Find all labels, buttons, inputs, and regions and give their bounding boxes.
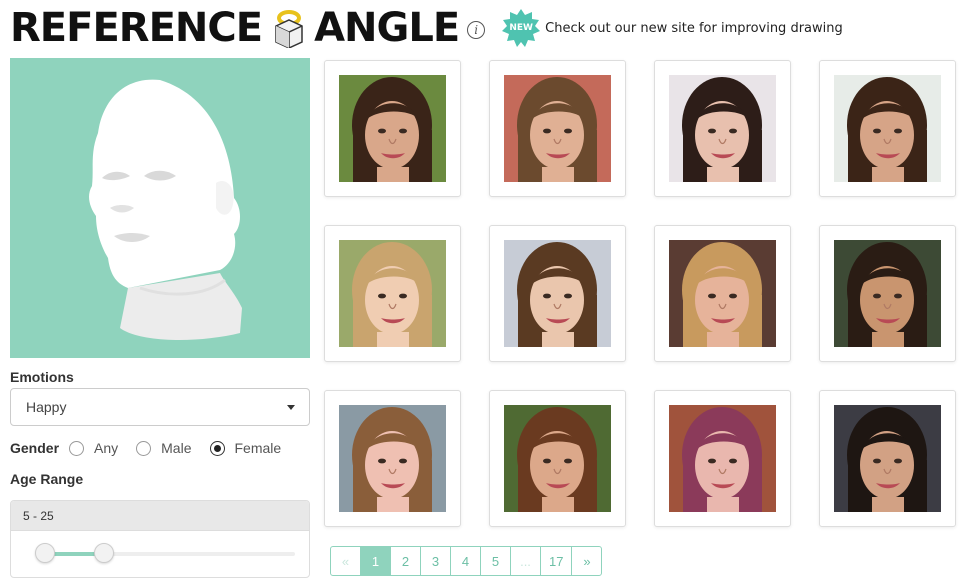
- face-portrait-icon: [504, 240, 611, 347]
- photo-card[interactable]: [654, 225, 791, 362]
- face-photo[interactable]: [669, 405, 776, 512]
- age-range-label: Age Range: [10, 471, 84, 487]
- pagination-page-1[interactable]: 1: [360, 546, 391, 576]
- face-portrait-icon: [339, 240, 446, 347]
- chevron-down-icon: [287, 405, 295, 410]
- photo-card[interactable]: [324, 60, 461, 197]
- news-link[interactable]: Check out our new site for improving dra…: [545, 21, 843, 36]
- age-max-handle[interactable]: [94, 543, 115, 563]
- face-portrait-icon: [669, 75, 776, 182]
- face-portrait-icon: [669, 405, 776, 512]
- gender-option-label: Female: [234, 440, 282, 456]
- radio-checked-icon[interactable]: [209, 440, 225, 456]
- info-icon[interactable]: i: [467, 21, 486, 39]
- face-photo[interactable]: [834, 240, 941, 347]
- face-portrait-icon: [504, 75, 611, 182]
- gender-radio-group: Gender Any Male Female: [10, 438, 299, 458]
- face-photo[interactable]: [669, 75, 776, 182]
- face-photo[interactable]: [504, 240, 611, 347]
- face-portrait-icon: [834, 240, 941, 347]
- photo-card[interactable]: [324, 225, 461, 362]
- emotions-selected-value: Happy: [26, 399, 67, 415]
- face-photo[interactable]: [504, 405, 611, 512]
- photo-card[interactable]: [819, 60, 956, 197]
- face-portrait-icon: [669, 240, 776, 347]
- gender-label: Gender: [10, 440, 60, 456]
- photo-card[interactable]: [489, 60, 626, 197]
- age-range-slider[interactable]: [35, 543, 295, 563]
- face-photo[interactable]: [834, 75, 941, 182]
- new-badge-label: NEW: [509, 23, 533, 33]
- pagination-page-5[interactable]: 5: [480, 546, 511, 576]
- logo-text-angle[interactable]: ANGLE: [314, 6, 460, 50]
- face-photo[interactable]: [339, 75, 446, 182]
- logo-cube-icon[interactable]: [270, 8, 308, 49]
- pagination-page-2[interactable]: 2: [390, 546, 421, 576]
- pagination-page-4[interactable]: 4: [450, 546, 481, 576]
- radio-circle-icon[interactable]: [69, 440, 85, 456]
- age-min-handle[interactable]: [35, 543, 55, 563]
- pagination-prev[interactable]: «: [330, 546, 361, 576]
- age-range-panel: 5 - 25: [10, 500, 310, 578]
- gender-option-female[interactable]: Female: [209, 440, 282, 456]
- face-photo[interactable]: [339, 405, 446, 512]
- pagination-ellipsis: ...: [510, 546, 541, 576]
- face-photo[interactable]: [504, 75, 611, 182]
- new-badge[interactable]: NEW: [501, 8, 541, 48]
- photo-card[interactable]: [819, 225, 956, 362]
- gender-option-label: Male: [161, 440, 192, 456]
- gender-option-male[interactable]: Male: [136, 440, 192, 456]
- photo-card[interactable]: [819, 390, 956, 527]
- face-photo[interactable]: [834, 405, 941, 512]
- face-portrait-icon: [504, 405, 611, 512]
- photo-card[interactable]: [654, 390, 791, 527]
- photo-card[interactable]: [489, 225, 626, 362]
- photo-card[interactable]: [324, 390, 461, 527]
- gender-option-label: Any: [94, 440, 119, 456]
- face-portrait-icon: [339, 405, 446, 512]
- logo-text-reference[interactable]: REFERENCE: [10, 6, 263, 50]
- emotions-label: Emotions: [10, 369, 74, 385]
- face-photo[interactable]: [669, 240, 776, 347]
- emotions-select[interactable]: Happy: [10, 388, 310, 426]
- photo-card[interactable]: [489, 390, 626, 527]
- head-model-viewer[interactable]: [10, 58, 310, 358]
- face-photo[interactable]: [339, 240, 446, 347]
- face-portrait-icon: [339, 75, 446, 182]
- face-portrait-icon: [834, 405, 941, 512]
- photo-card[interactable]: [654, 60, 791, 197]
- site-header: REFERENCE ANGLE i NEW Check out our new …: [10, 6, 843, 50]
- pagination-page-3[interactable]: 3: [420, 546, 451, 576]
- radio-circle-icon[interactable]: [136, 440, 152, 456]
- gender-option-any[interactable]: Any: [69, 440, 118, 456]
- age-range-value: 5 - 25: [11, 501, 309, 531]
- pagination: « 1 2 3 4 5 ... 17 »: [330, 546, 603, 576]
- pagination-next[interactable]: »: [571, 546, 603, 576]
- head-model-icon: [89, 79, 242, 340]
- pagination-page-last[interactable]: 17: [540, 546, 573, 576]
- face-portrait-icon: [834, 75, 941, 182]
